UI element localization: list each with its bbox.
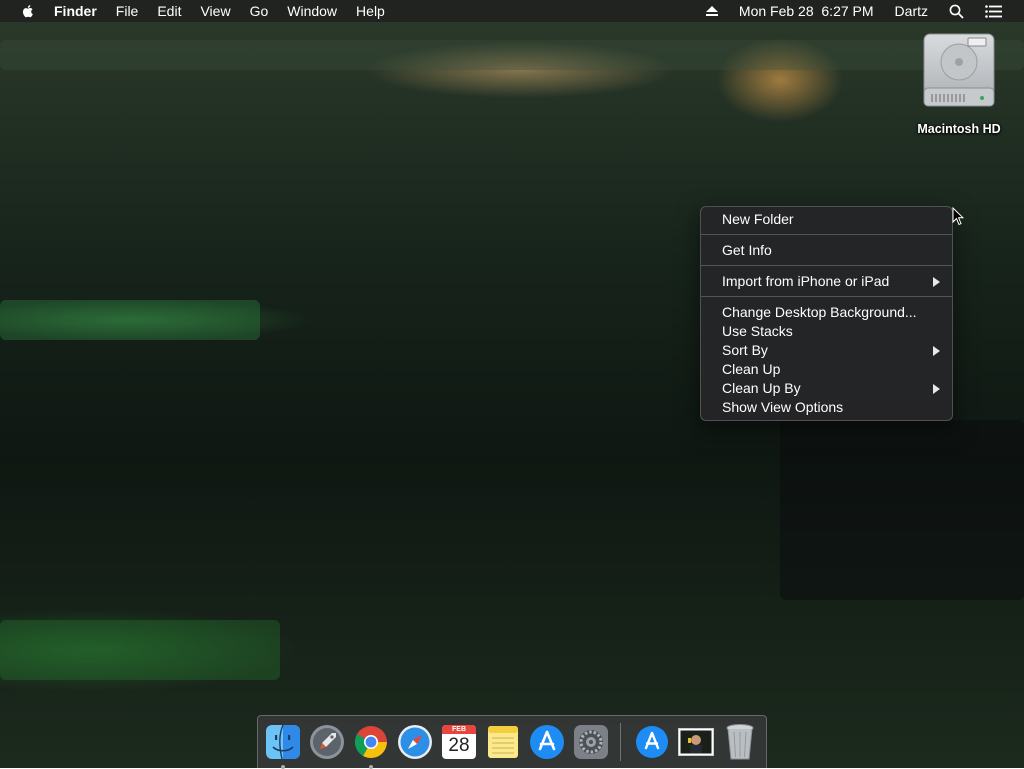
running-indicator: [281, 765, 285, 769]
menu-help[interactable]: Help: [356, 3, 385, 19]
dock-app-app-store[interactable]: [528, 723, 566, 761]
system-preferences-icon: [574, 725, 608, 759]
menu-item-label: Import from iPhone or iPad: [722, 273, 890, 289]
menu-item-label: Change Desktop Background...: [722, 304, 917, 320]
menu-item-change-desktop-background[interactable]: Change Desktop Background...: [701, 303, 952, 322]
menu-item-label: Show View Options: [722, 399, 844, 415]
photo-thumbnail-icon: [678, 728, 714, 756]
menu-item-show-view-options[interactable]: Show View Options: [701, 398, 952, 417]
menu-file[interactable]: File: [116, 3, 139, 19]
calendar-icon: FEB 28: [442, 725, 476, 759]
dock-app-launchpad[interactable]: [308, 723, 346, 761]
menu-clock[interactable]: Mon Feb 28 6:27 PM: [739, 3, 874, 19]
dock-app-finder[interactable]: [264, 723, 302, 769]
menu-go[interactable]: Go: [250, 3, 269, 19]
submenu-arrow-icon: [933, 384, 940, 394]
apple-icon[interactable]: [20, 3, 36, 19]
notes-icon: [488, 726, 518, 758]
menu-item-get-info[interactable]: Get Info: [701, 241, 952, 260]
menu-item-label: Use Stacks: [722, 323, 793, 339]
menu-item-clean-up-by[interactable]: Clean Up By: [701, 379, 952, 398]
dock-app-safari[interactable]: [396, 723, 434, 761]
running-indicator: [369, 765, 373, 769]
menu-user[interactable]: Dartz: [895, 3, 928, 19]
menu-item-label: Clean Up: [722, 361, 781, 377]
dock-app-notes[interactable]: [484, 723, 522, 761]
chrome-icon: [354, 726, 387, 758]
hard-drive-icon: [922, 32, 996, 108]
desktop-icon-macintosh-hd[interactable]: Macintosh HD: [910, 32, 1008, 136]
menu-item-sort-by[interactable]: Sort By: [701, 341, 952, 360]
menu-item-label: Sort By: [722, 342, 768, 358]
dock-app-calendar[interactable]: FEB 28: [440, 723, 478, 761]
safari-icon: [398, 725, 432, 759]
dock-divider: [620, 723, 621, 761]
menu-view[interactable]: View: [200, 3, 230, 19]
finder-icon: [266, 724, 300, 760]
menu-window[interactable]: Window: [287, 3, 337, 19]
desktop-icon-label: Macintosh HD: [917, 122, 1001, 136]
spotlight-search-icon[interactable]: [949, 4, 964, 19]
dock: FEB 28: [257, 715, 767, 769]
menu-item-import-from-iphone[interactable]: Import from iPhone or iPad: [701, 272, 952, 291]
dock-stack-documents[interactable]: [677, 723, 715, 761]
menu-item-use-stacks[interactable]: Use Stacks: [701, 322, 952, 341]
calendar-day: 28: [448, 735, 470, 756]
launchpad-icon: [310, 725, 344, 759]
menu-item-label: New Folder: [722, 211, 794, 227]
menu-separator: [701, 234, 952, 235]
menu-edit[interactable]: Edit: [157, 3, 181, 19]
submenu-arrow-icon: [933, 277, 940, 287]
menu-item-new-folder[interactable]: New Folder: [701, 210, 952, 229]
dock-stack-downloads[interactable]: [633, 723, 671, 761]
menu-item-label: Get Info: [722, 242, 772, 258]
dock-app-chrome[interactable]: [352, 723, 390, 769]
menu-extras: Mon Feb 28 6:27 PM Dartz: [705, 0, 1024, 22]
menu-item-label: Clean Up By: [722, 380, 801, 396]
eject-icon[interactable]: [705, 6, 718, 16]
mouse-cursor-icon: [952, 206, 965, 231]
dock-app-system-preferences[interactable]: [572, 723, 610, 761]
trash-icon: [726, 724, 754, 760]
menu-app-finder[interactable]: Finder: [54, 3, 97, 19]
menu-separator: [701, 265, 952, 266]
app-store-icon: [530, 725, 564, 759]
app-store-icon: [636, 726, 668, 758]
dock-trash[interactable]: [721, 723, 759, 761]
menu-separator: [701, 296, 952, 297]
submenu-arrow-icon: [933, 346, 940, 356]
desktop-context-menu: New Folder Get Info Import from iPhone o…: [700, 206, 953, 421]
menu-item-clean-up[interactable]: Clean Up: [701, 360, 952, 379]
notification-center-icon[interactable]: [985, 4, 1002, 18]
calendar-month: FEB: [442, 725, 476, 734]
menu-bar: Finder File Edit View Go Window Help Mon…: [0, 0, 1024, 22]
